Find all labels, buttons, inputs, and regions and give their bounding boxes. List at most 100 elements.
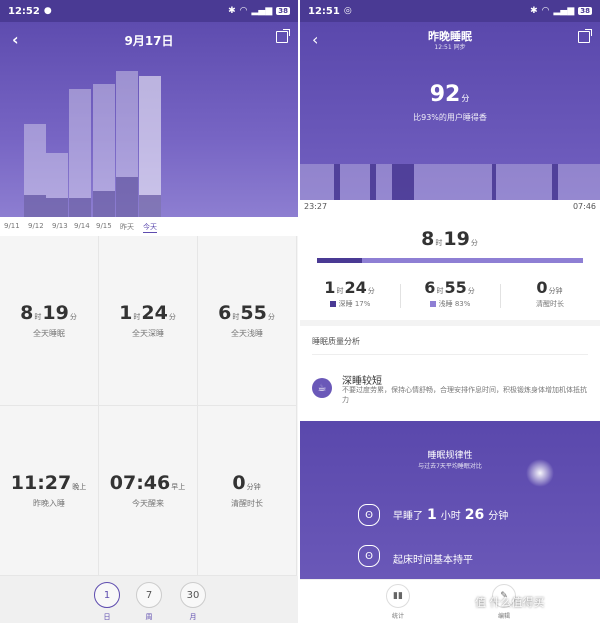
regularity-subtitle: 与过去7天平均睡眠对比 (418, 463, 482, 470)
alarm-owl-icon: ʘ (358, 545, 380, 567)
status-time: 12:52 (8, 5, 40, 17)
stat-unit: 分 (69, 313, 77, 321)
breakdown-value: 1时24分 (300, 278, 400, 297)
timeline-light (496, 164, 552, 200)
breakdown-unit: 分钟 (548, 287, 563, 295)
range-tab-label: 日 (103, 613, 111, 621)
edit-label: 编辑 (497, 613, 510, 620)
right-phone: 12:51 ◎ ✱ ◠ ▂▄▆ 38 ‹ 昨晚睡眠 12:51 同步 92分 比… (300, 0, 600, 623)
status-time: 12:51 (308, 5, 340, 17)
back-icon[interactable]: ‹ (12, 30, 19, 49)
date-label[interactable]: 9/11 (4, 222, 20, 230)
owl-icon: ʘ (358, 504, 380, 526)
status-right: ✱ ◠ ▂▄▆ 38 (228, 6, 290, 16)
stat-secondary: 24 (141, 302, 168, 324)
breakdown-legend: 清醒时长 (500, 299, 600, 309)
timeline-times: 23:27 07:46 (300, 200, 600, 214)
battery-icon: 38 (578, 7, 592, 15)
bedtime-minutes-unit: 分钟 (488, 511, 509, 522)
stat-primary: 8 (20, 302, 34, 324)
sleep-bar[interactable] (46, 153, 68, 217)
date-label[interactable]: 昨天 (120, 222, 134, 232)
stat-value: 6时55分 (218, 302, 276, 324)
wake-compare: 起床时间基本持平 (393, 555, 473, 566)
sleep-bar[interactable] (116, 71, 138, 217)
breakdown-unit: 时 (436, 287, 444, 295)
total-hours: 8 (421, 228, 435, 250)
sleep-bar[interactable] (139, 76, 161, 217)
stat-unit: 时 (232, 313, 240, 321)
range-tab-label: 月 (189, 613, 197, 621)
breakdown-unit: 分 (367, 287, 375, 295)
date-label[interactable]: 9/14 (74, 222, 90, 230)
breakdown-secondary: 24 (344, 278, 367, 297)
breakdown-legend: 浅睡 83% (400, 299, 500, 309)
stat-unit: 时 (133, 313, 141, 321)
stat-unit: 晚上 (72, 483, 87, 491)
timeline-light (300, 164, 334, 200)
timeline-light (558, 164, 600, 200)
range-tabs: 1 日 7 周 30 月 (0, 576, 298, 623)
stat-cell: 8时19分 全天睡眠 (0, 236, 99, 406)
stat-unit: 分 (168, 313, 176, 321)
stat-unit: 分 (267, 313, 275, 321)
share-icon[interactable] (578, 29, 592, 43)
bedtime-hours-unit: 小时 (440, 511, 461, 522)
statistics-label: 统计 (391, 613, 404, 620)
breakdown-unit: 时 (336, 287, 344, 295)
deep-sleep-segment (46, 197, 68, 217)
breakdown-item: 6时55分 浅睡 83% (400, 278, 500, 309)
stat-primary: 11:27 (10, 472, 72, 494)
moon-icon (526, 459, 554, 487)
sleep-start: 23:27 (304, 202, 328, 211)
bedtime-hours: 1 (427, 507, 437, 523)
stat-secondary: 55 (240, 302, 267, 324)
stat-caption: 全天睡眠 (33, 329, 65, 338)
stat-unit: 早上 (171, 483, 186, 491)
breakdown-item: 0分钟清醒时长 (500, 278, 600, 309)
quality-title: 睡眠质量分析 (312, 337, 360, 346)
date-label[interactable]: 9/12 (28, 222, 44, 230)
stat-value: 8时19分 (20, 302, 78, 324)
notification-icon: ● (43, 6, 52, 16)
deep-light-progress (317, 258, 583, 263)
deep-sleep-segment (69, 197, 91, 217)
range-tab[interactable]: 30 (180, 582, 206, 608)
timeline-light (340, 164, 370, 200)
date-axis: 9/11 9/12 9/13 9/14 9/15 昨天 今天 (0, 217, 298, 235)
score-unit: 分 (461, 94, 470, 103)
bedtime-compare: 早睡了 1 小时 26 分钟 (393, 507, 508, 523)
breakdown-primary: 6 (424, 278, 436, 297)
breakdown-legend: 深睡 17% (300, 299, 400, 309)
legend-swatch (329, 301, 336, 307)
stat-cell: 6时55分全天浅睡 (198, 236, 297, 406)
sleep-bar[interactable] (69, 89, 91, 217)
range-tab[interactable]: 1 (94, 582, 120, 608)
stat-caption: 全天浅睡 (231, 329, 263, 338)
timeline-light (414, 164, 492, 200)
bedtime-minutes: 26 (464, 507, 485, 523)
statistics-button[interactable]: ▮▮ (386, 584, 410, 608)
sleep-regularity: 睡眠规律性 与过去7天平均睡眠对比 ʘ 早睡了 1 小时 26 分钟 ʘ 起床时间基本持… (300, 421, 600, 579)
share-icon[interactable] (276, 29, 290, 43)
sleep-timeline[interactable] (300, 164, 600, 200)
sleep-bar[interactable] (24, 124, 46, 217)
sleep-bar[interactable] (93, 84, 115, 217)
date-label[interactable]: 9/13 (52, 222, 68, 230)
date-label[interactable]: 9/15 (96, 222, 112, 230)
total-sleep: 8时19分 (300, 228, 600, 250)
stat-value: 11:27晚上 (11, 472, 87, 494)
stat-primary: 0 (232, 472, 246, 494)
stat-caption: 昨晚入睡 (33, 499, 65, 508)
date-label[interactable]: 今天 (143, 222, 157, 233)
stat-unit: 时 (34, 313, 42, 321)
stat-secondary: 19 (42, 302, 69, 324)
range-tab[interactable]: 7 (136, 582, 162, 608)
signal-icon: ▂▄▆ (251, 6, 273, 16)
stats-grid: 8时19分 全天睡眠 1时24分 全天深睡 6时55分 全天浅睡 11:27晚上 昨晚入睡 07… (0, 236, 298, 576)
quality-description: 不要过度劳累，保持心情舒畅，合理安排作息时间，积极锻炼身体增加机体抵抗力 (342, 386, 587, 404)
breakdown-primary: 0 (536, 278, 548, 297)
wifi-icon: ◠ (541, 6, 550, 16)
stat-value: 07:46早上 (110, 472, 186, 494)
signal-icon: ▂▄▆ (553, 6, 575, 16)
